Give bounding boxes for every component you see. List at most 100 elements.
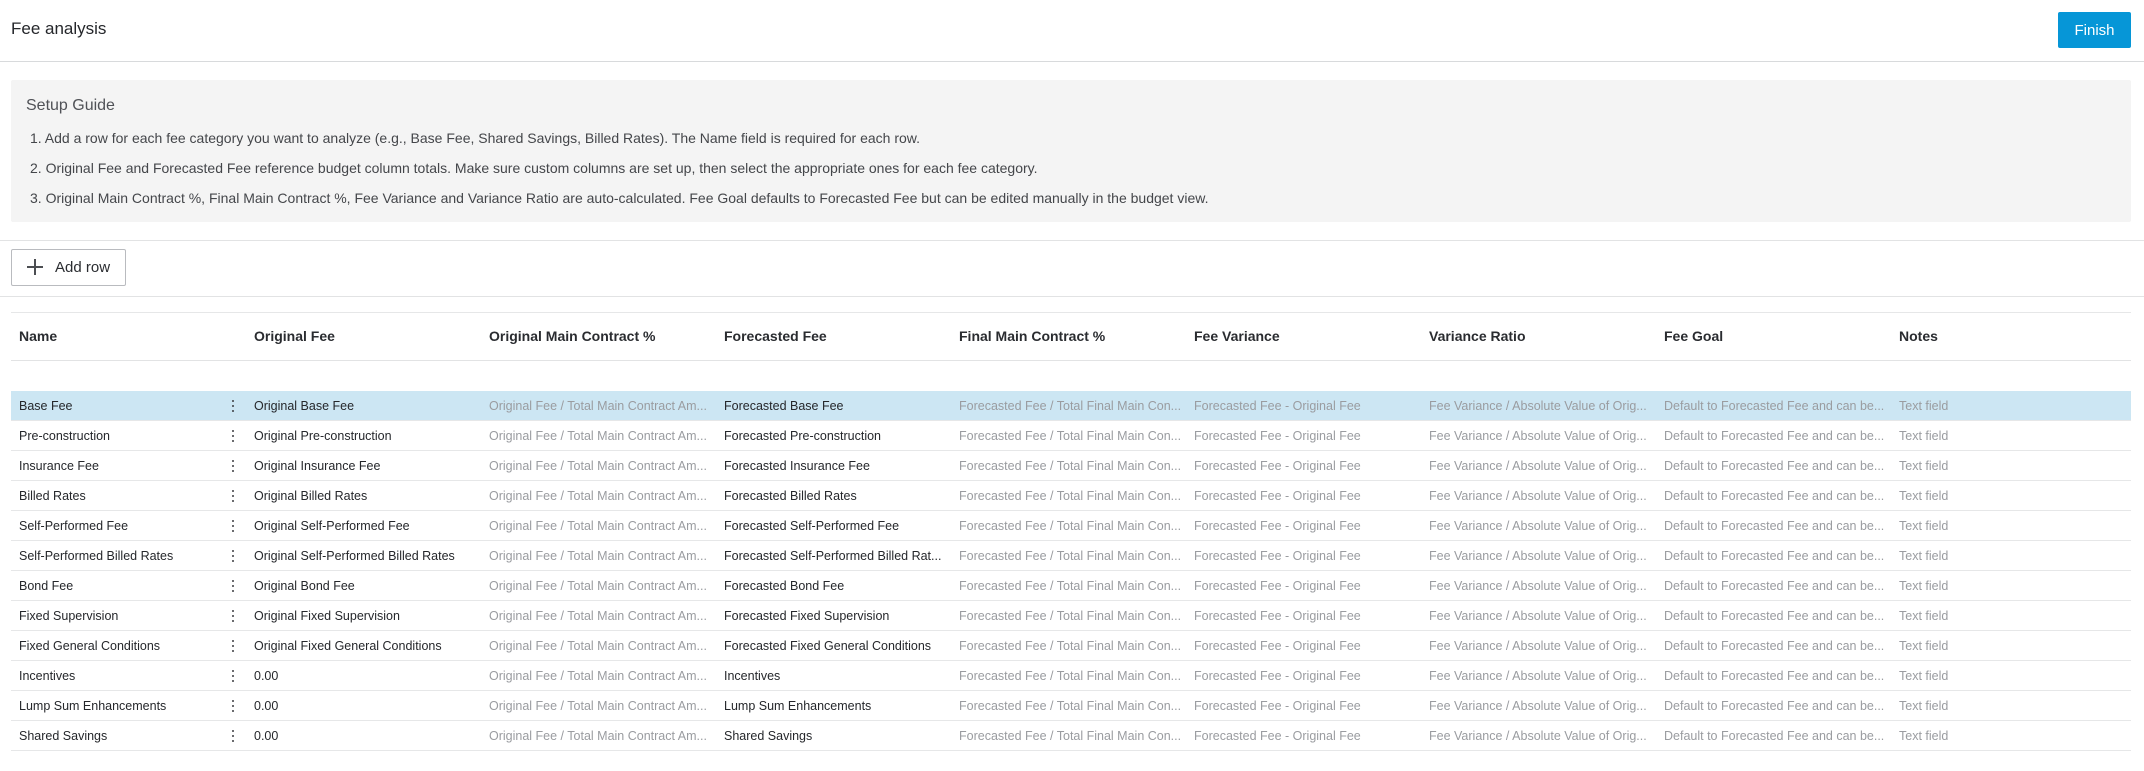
notes-cell[interactable]: Text field bbox=[1899, 579, 2099, 593]
fee-goal-cell[interactable]: Default to Forecasted Fee and can be... bbox=[1664, 699, 1894, 713]
column-header-original-fee[interactable]: Original Fee bbox=[254, 328, 335, 344]
column-header-final-main-contract-pct[interactable]: Final Main Contract % bbox=[959, 328, 1105, 344]
row-name-cell[interactable]: Fixed General Conditions bbox=[19, 639, 219, 653]
notes-cell[interactable]: Text field bbox=[1899, 429, 2099, 443]
column-header-notes[interactable]: Notes bbox=[1899, 328, 1938, 344]
row-name-cell[interactable]: Lump Sum Enhancements bbox=[19, 699, 219, 713]
notes-cell[interactable]: Text field bbox=[1899, 519, 2099, 533]
column-header-fee-goal[interactable]: Fee Goal bbox=[1664, 328, 1723, 344]
more-options-icon[interactable] bbox=[225, 547, 241, 565]
table-row[interactable]: Pre-construction Original Pre-constructio… bbox=[11, 421, 2131, 451]
table-row[interactable]: Bond Fee Original Bond Fee Original Fee / … bbox=[11, 571, 2131, 601]
notes-cell[interactable]: Text field bbox=[1899, 639, 2099, 653]
more-options-icon[interactable] bbox=[225, 517, 241, 535]
forecasted-fee-cell[interactable]: Forecasted Bond Fee bbox=[724, 579, 954, 593]
more-options-icon[interactable] bbox=[225, 577, 241, 595]
fee-goal-cell[interactable]: Default to Forecasted Fee and can be... bbox=[1664, 639, 1894, 653]
forecasted-fee-cell[interactable]: Forecasted Fixed General Conditions bbox=[724, 639, 954, 653]
more-options-icon[interactable] bbox=[225, 397, 241, 415]
table-row[interactable]: Self-Performed Fee Original Self-Performe… bbox=[11, 511, 2131, 541]
row-name-cell[interactable]: Billed Rates bbox=[19, 489, 219, 503]
forecasted-fee-cell[interactable]: Forecasted Fixed Supervision bbox=[724, 609, 954, 623]
table-row[interactable]: Base Fee Original Base Fee Original Fee / … bbox=[11, 391, 2131, 421]
fee-goal-cell[interactable]: Default to Forecasted Fee and can be... bbox=[1664, 519, 1894, 533]
fee-goal-cell[interactable]: Default to Forecasted Fee and can be... bbox=[1664, 579, 1894, 593]
notes-cell[interactable]: Text field bbox=[1899, 729, 2099, 743]
original-fee-cell[interactable]: 0.00 bbox=[254, 669, 482, 683]
notes-cell[interactable]: Text field bbox=[1899, 399, 2099, 413]
fee-goal-cell[interactable]: Default to Forecasted Fee and can be... bbox=[1664, 399, 1894, 413]
notes-cell[interactable]: Text field bbox=[1899, 669, 2099, 683]
row-name-cell[interactable]: Pre-construction bbox=[19, 429, 219, 443]
original-main-contract-pct-cell: Original Fee / Total Main Contract Am... bbox=[489, 609, 707, 623]
notes-cell[interactable]: Text field bbox=[1899, 699, 2099, 713]
original-fee-cell[interactable]: 0.00 bbox=[254, 729, 482, 743]
add-row-button[interactable]: Add row bbox=[11, 249, 126, 286]
row-name-cell[interactable]: Self-Performed Fee bbox=[19, 519, 219, 533]
column-header-fee-variance[interactable]: Fee Variance bbox=[1194, 328, 1280, 344]
fee-goal-cell[interactable]: Default to Forecasted Fee and can be... bbox=[1664, 459, 1894, 473]
row-name-cell[interactable]: Incentives bbox=[19, 669, 219, 683]
table-row[interactable]: Self-Performed Billed Rates Original Self… bbox=[11, 541, 2131, 571]
table-row[interactable]: Insurance Fee Original Insurance Fee Origi… bbox=[11, 451, 2131, 481]
row-name-cell[interactable]: Insurance Fee bbox=[19, 459, 219, 473]
forecasted-fee-cell[interactable]: Forecasted Billed Rates bbox=[724, 489, 954, 503]
original-fee-cell[interactable]: Original Bond Fee bbox=[254, 579, 482, 593]
notes-cell[interactable]: Text field bbox=[1899, 459, 2099, 473]
table-row[interactable]: Incentives 0.00 Original Fee / Total Main … bbox=[11, 661, 2131, 691]
fee-goal-cell[interactable]: Default to Forecasted Fee and can be... bbox=[1664, 489, 1894, 503]
column-header-original-main-contract-pct[interactable]: Original Main Contract % bbox=[489, 328, 655, 344]
notes-cell[interactable]: Text field bbox=[1899, 609, 2099, 623]
table-row[interactable]: Billed Rates Original Billed Rates Origina… bbox=[11, 481, 2131, 511]
table-row[interactable]: Fixed General Conditions Original Fixed G… bbox=[11, 631, 2131, 661]
forecasted-fee-cell[interactable]: Forecasted Pre-construction bbox=[724, 429, 954, 443]
table-row[interactable]: Lump Sum Enhancements 0.00 Original Fee / … bbox=[11, 691, 2131, 721]
finish-button[interactable]: Finish bbox=[2058, 12, 2131, 48]
table-row[interactable]: Shared Savings 0.00 Original Fee / Total M… bbox=[11, 721, 2131, 751]
more-options-icon[interactable] bbox=[225, 727, 241, 745]
forecasted-fee-cell[interactable]: Forecasted Insurance Fee bbox=[724, 459, 954, 473]
forecasted-fee-cell[interactable]: Forecasted Base Fee bbox=[724, 399, 954, 413]
forecasted-fee-cell[interactable]: Incentives bbox=[724, 669, 954, 683]
more-options-icon[interactable] bbox=[225, 697, 241, 715]
row-name-cell[interactable]: Bond Fee bbox=[19, 579, 219, 593]
table-row[interactable]: Fixed Supervision Original Fixed Supervis… bbox=[11, 601, 2131, 631]
original-fee-cell[interactable]: Original Insurance Fee bbox=[254, 459, 482, 473]
column-header-name[interactable]: Name bbox=[19, 328, 57, 344]
variance-ratio-cell: Fee Variance / Absolute Value of Orig... bbox=[1429, 399, 1647, 413]
original-fee-cell[interactable]: Original Billed Rates bbox=[254, 489, 482, 503]
original-fee-cell[interactable]: Original Fixed General Conditions bbox=[254, 639, 482, 653]
fee-goal-cell[interactable]: Default to Forecasted Fee and can be... bbox=[1664, 609, 1894, 623]
original-fee-cell[interactable]: Original Base Fee bbox=[254, 399, 482, 413]
notes-cell[interactable]: Text field bbox=[1899, 549, 2099, 563]
more-options-icon[interactable] bbox=[225, 607, 241, 625]
forecasted-fee-cell[interactable]: Shared Savings bbox=[724, 729, 954, 743]
more-options-icon[interactable] bbox=[225, 457, 241, 475]
fee-variance-cell: Forecasted Fee - Original Fee bbox=[1194, 489, 1361, 503]
column-header-variance-ratio[interactable]: Variance Ratio bbox=[1429, 328, 1526, 344]
more-options-icon[interactable] bbox=[225, 427, 241, 445]
forecasted-fee-cell[interactable]: Forecasted Self-Performed Fee bbox=[724, 519, 954, 533]
more-options-icon[interactable] bbox=[225, 637, 241, 655]
top-bar: Fee analysis Finish bbox=[0, 0, 2144, 62]
original-fee-cell[interactable]: Original Pre-construction bbox=[254, 429, 482, 443]
forecasted-fee-cell[interactable]: Forecasted Self-Performed Billed Rat... bbox=[724, 549, 954, 563]
original-fee-cell[interactable]: Original Self-Performed Billed Rates bbox=[254, 549, 482, 563]
fee-goal-cell[interactable]: Default to Forecasted Fee and can be... bbox=[1664, 729, 1894, 743]
row-name-cell[interactable]: Fixed Supervision bbox=[19, 609, 219, 623]
original-fee-cell[interactable]: Original Fixed Supervision bbox=[254, 609, 482, 623]
row-name-cell[interactable]: Shared Savings bbox=[19, 729, 219, 743]
row-name-cell[interactable]: Base Fee bbox=[19, 399, 219, 413]
fee-goal-cell[interactable]: Default to Forecasted Fee and can be... bbox=[1664, 549, 1894, 563]
forecasted-fee-cell[interactable]: Lump Sum Enhancements bbox=[724, 699, 954, 713]
original-fee-cell[interactable]: 0.00 bbox=[254, 699, 482, 713]
more-options-icon[interactable] bbox=[225, 667, 241, 685]
row-name-cell[interactable]: Self-Performed Billed Rates bbox=[19, 549, 219, 563]
fee-goal-cell[interactable]: Default to Forecasted Fee and can be... bbox=[1664, 429, 1894, 443]
column-header-forecasted-fee[interactable]: Forecasted Fee bbox=[724, 328, 827, 344]
notes-cell[interactable]: Text field bbox=[1899, 489, 2099, 503]
original-main-contract-pct-cell: Original Fee / Total Main Contract Am... bbox=[489, 429, 707, 443]
original-fee-cell[interactable]: Original Self-Performed Fee bbox=[254, 519, 482, 533]
more-options-icon[interactable] bbox=[225, 487, 241, 505]
fee-goal-cell[interactable]: Default to Forecasted Fee and can be... bbox=[1664, 669, 1894, 683]
